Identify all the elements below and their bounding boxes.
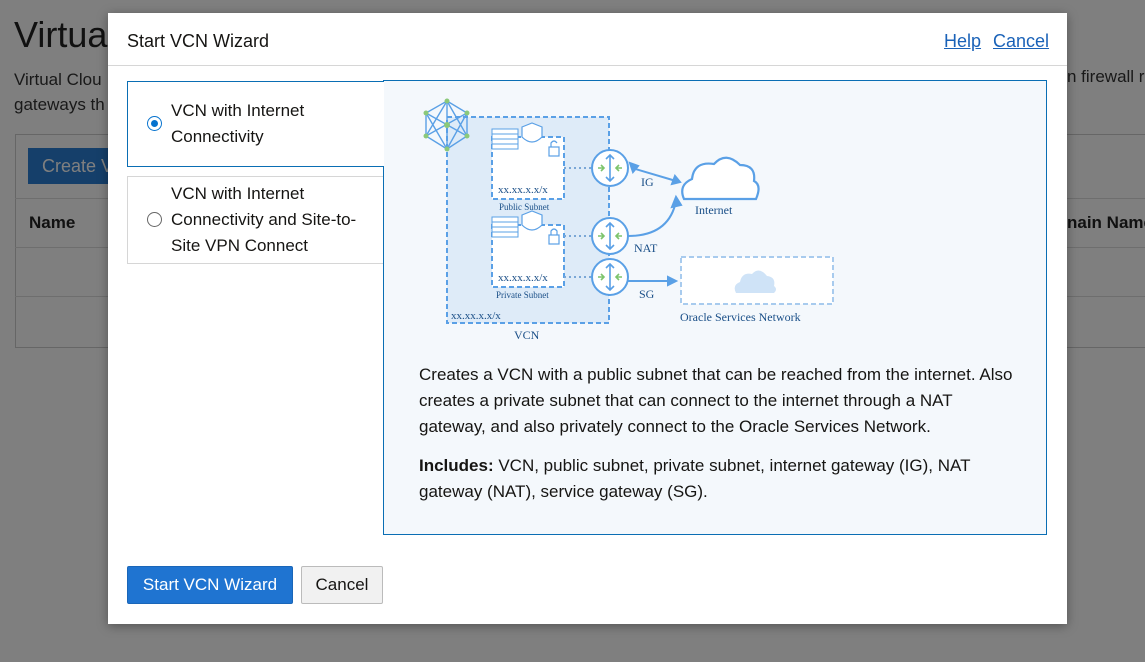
sg-osn-arrow bbox=[628, 275, 679, 287]
start-vcn-wizard-button[interactable]: Start VCN Wizard bbox=[127, 566, 293, 604]
option-label: VCN with Internet Connectivity and Site-… bbox=[171, 184, 357, 255]
includes-label: Includes: bbox=[419, 456, 494, 475]
cancel-link[interactable]: Cancel bbox=[993, 31, 1049, 52]
start-vcn-wizard-dialog: Start VCN Wizard Help Cancel VCN with In… bbox=[108, 13, 1067, 624]
help-link[interactable]: Help bbox=[944, 31, 981, 52]
server-icon bbox=[491, 128, 519, 150]
security-shield-icon bbox=[521, 210, 543, 231]
cancel-button[interactable]: Cancel bbox=[301, 566, 383, 604]
option-description: Creates a VCN with a public subnet that … bbox=[419, 365, 1013, 436]
option-vcn-internet-connectivity[interactable]: VCN with Internet Connectivity bbox=[127, 81, 384, 167]
osn-label: Oracle Services Network bbox=[680, 310, 801, 324]
private-subnet-cidr: xx.xx.x.x/x bbox=[498, 272, 548, 284]
ig-internet-arrow bbox=[628, 161, 682, 186]
internet-label: Internet bbox=[695, 203, 733, 217]
radio-button[interactable] bbox=[147, 212, 162, 227]
nat-gateway-icon bbox=[591, 217, 629, 255]
vcn-label: VCN bbox=[514, 328, 540, 342]
nat-label: NAT bbox=[634, 241, 658, 255]
dialog-title: Start VCN Wizard bbox=[127, 31, 270, 51]
option-label: VCN with Internet Connectivity bbox=[171, 101, 305, 146]
option-includes: Includes: VCN, public subnet, private su… bbox=[419, 453, 1019, 505]
vcn-architecture-diagram: xx.xx.x.x/x Public Subnet xx.xx.x.x/x Pr… bbox=[423, 98, 834, 342]
internet-gateway-icon bbox=[591, 149, 629, 187]
sg-label: SG bbox=[639, 287, 655, 301]
public-subnet-label: Public Subnet bbox=[499, 202, 550, 212]
radio-button-selected[interactable] bbox=[147, 116, 162, 131]
public-subnet-cidr: xx.xx.x.x/x bbox=[498, 184, 548, 196]
option-vcn-internet-and-vpn[interactable]: VCN with Internet Connectivity and Site-… bbox=[127, 176, 384, 264]
nat-internet-arrow bbox=[627, 194, 683, 237]
option-detail-panel: xx.xx.x.x/x Public Subnet xx.xx.x.x/x Pr… bbox=[383, 80, 1047, 535]
service-gateway-icon bbox=[591, 258, 629, 296]
internet-cloud-icon bbox=[681, 156, 760, 201]
server-icon bbox=[491, 216, 519, 238]
dialog-header: Start VCN Wizard Help Cancel bbox=[108, 13, 1067, 66]
vcn-cidr: xx.xx.x.x/x bbox=[451, 310, 501, 322]
private-subnet-label: Private Subnet bbox=[496, 290, 549, 300]
security-shield-icon bbox=[521, 122, 543, 143]
ig-label: IG bbox=[641, 175, 654, 189]
includes-text: VCN, public subnet, private subnet, inte… bbox=[419, 456, 971, 501]
